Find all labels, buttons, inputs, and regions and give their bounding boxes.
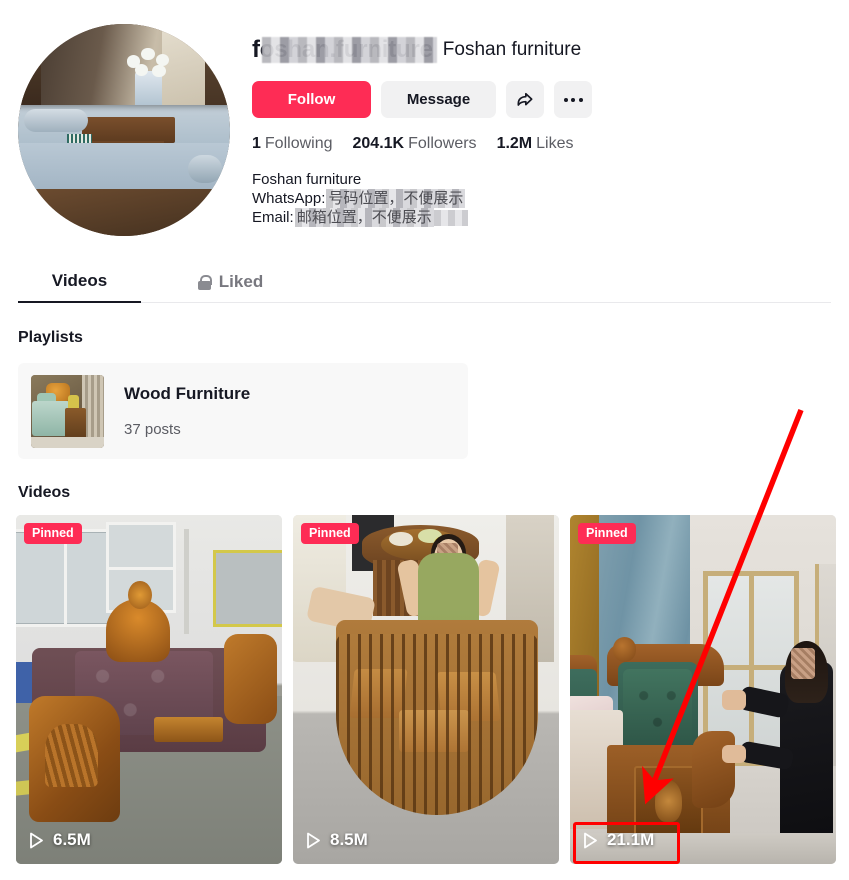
tab-videos[interactable]: Videos xyxy=(18,261,141,303)
bio-line-2: WhatsApp: 号码位置，不便展示 xyxy=(252,189,468,208)
whatsapp-masked-value: 号码位置，不便展示 xyxy=(326,189,466,208)
profile-bio: Foshan furniture WhatsApp: 号码位置，不便展示 Emai… xyxy=(252,170,468,227)
following-count: 1 xyxy=(252,135,261,152)
bio-line-3: Email: 邮箱位置，不便展示 xyxy=(252,208,468,227)
ellipsis-icon xyxy=(563,97,583,102)
playlist-item[interactable]: Wood Furniture 37 posts xyxy=(18,363,468,459)
tab-liked[interactable]: Liked xyxy=(169,261,292,303)
avatar-image xyxy=(18,24,230,236)
video-thumbnail xyxy=(16,515,282,864)
videos-heading: Videos xyxy=(18,484,71,501)
identity-line: foshan.furniture Foshan furniture xyxy=(252,35,581,65)
play-triangle-icon xyxy=(306,832,321,849)
likes-label: Likes xyxy=(536,135,574,152)
display-name: Foshan furniture xyxy=(442,39,582,60)
view-count: 6.5M xyxy=(53,830,91,849)
profile-actions: Follow Message xyxy=(252,81,592,118)
pinned-badge: Pinned xyxy=(578,523,636,544)
followers-count: 204.1K xyxy=(352,135,405,152)
share-button[interactable] xyxy=(506,81,544,118)
pinned-badge: Pinned xyxy=(301,523,359,544)
playlist-post-count: 37 posts xyxy=(124,421,181,438)
lock-icon xyxy=(197,274,213,290)
view-count-row: 21.1M xyxy=(583,830,654,850)
follow-button[interactable]: Follow xyxy=(252,81,371,118)
following-label: Following xyxy=(264,135,333,152)
view-count-row: 8.5M xyxy=(306,830,368,850)
pinned-badge: Pinned xyxy=(24,523,82,544)
video-card[interactable]: Pinned 21.1M xyxy=(570,515,836,864)
profile-tabs: Videos Liked xyxy=(18,261,831,303)
tab-videos-label: Videos xyxy=(51,271,108,290)
message-button[interactable]: Message xyxy=(381,81,496,118)
stat-following[interactable]: 1 Following xyxy=(252,133,333,155)
email-mask-tail xyxy=(433,209,468,226)
playlist-thumbnail xyxy=(31,374,104,448)
playlist-name: Wood Furniture xyxy=(124,384,251,403)
bio-line-1: Foshan furniture xyxy=(252,170,468,189)
stat-followers[interactable]: 204.1K Followers xyxy=(353,133,477,155)
profile-page: foshan.furniture Foshan furniture Follow… xyxy=(0,0,849,880)
view-count: 8.5M xyxy=(330,830,368,849)
video-card[interactable]: Pinned 6.5M xyxy=(16,515,282,864)
bio-text: Foshan furniture xyxy=(252,171,362,188)
share-arrow-icon xyxy=(515,90,535,110)
video-thumbnail xyxy=(570,515,836,864)
email-label: Email: xyxy=(252,209,294,226)
followers-label: Followers xyxy=(408,135,477,152)
playlists-heading: Playlists xyxy=(18,329,83,346)
tab-liked-label: Liked xyxy=(218,272,264,291)
profile-stats: 1 Following 204.1K Followers 1.2M Likes xyxy=(252,133,574,155)
video-grid: Pinned 6.5M Pinned 8.5M Pinned 21.1M xyxy=(16,515,838,865)
video-card[interactable]: Pinned 8.5M xyxy=(293,515,559,864)
whatsapp-label: WhatsApp: xyxy=(252,190,326,207)
view-count: 21.1M xyxy=(607,830,655,849)
play-triangle-icon xyxy=(29,832,44,849)
playlist-meta: Wood Furniture 37 posts xyxy=(124,383,250,439)
video-thumbnail xyxy=(293,515,559,864)
email-masked-value: 邮箱位置，不便展示 xyxy=(294,208,434,227)
avatar[interactable] xyxy=(18,24,230,236)
view-count-row: 6.5M xyxy=(29,830,91,850)
likes-count: 1.2M xyxy=(496,135,533,152)
profile-header: foshan.furniture Foshan furniture Follow… xyxy=(0,0,849,250)
more-options-button[interactable] xyxy=(554,81,592,118)
username-redacted: foshan.furniture xyxy=(252,36,433,63)
stat-likes: 1.2M Likes xyxy=(497,133,574,155)
play-triangle-icon xyxy=(583,832,598,849)
